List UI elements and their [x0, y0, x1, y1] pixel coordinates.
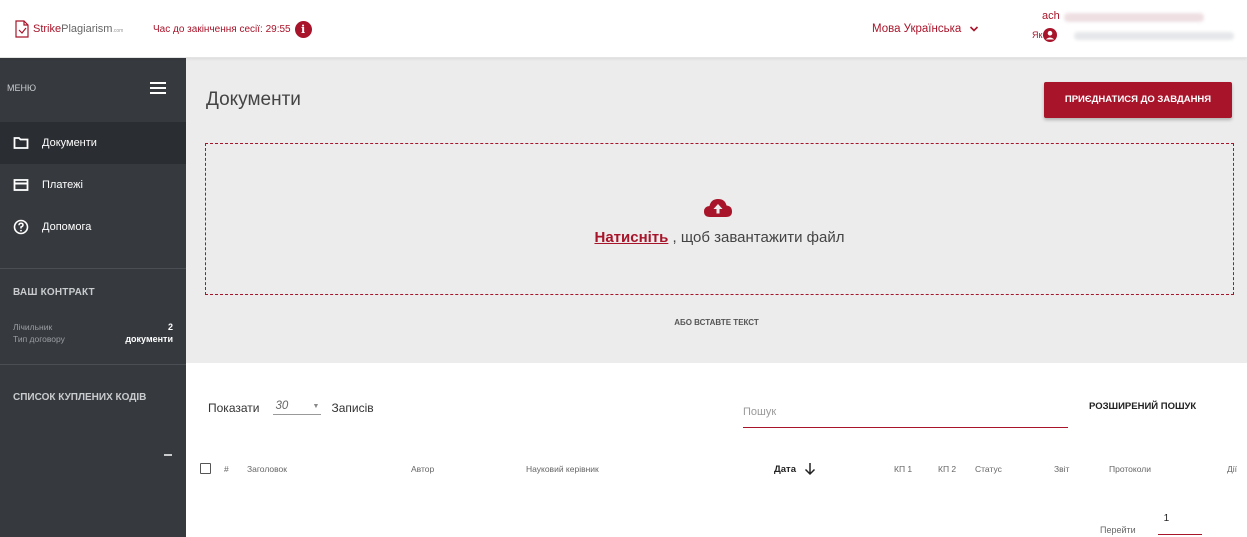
- page-size-value: 30: [275, 400, 289, 412]
- card-icon: [13, 179, 29, 191]
- caret-down-icon: ▼: [312, 402, 320, 410]
- goto-label: Перейти: [1100, 525, 1136, 535]
- info-icon[interactable]: i: [294, 21, 312, 38]
- menu-label: МЕНЮ: [7, 83, 37, 93]
- select-all-checkbox[interactable]: [200, 463, 211, 474]
- purchased-codes-empty: [164, 454, 172, 456]
- search-field[interactable]: [743, 401, 1068, 428]
- column-author[interactable]: Автор: [411, 464, 434, 474]
- contract-type-label: Тип договору: [13, 334, 65, 344]
- contract-type-row: Тип договору документи: [0, 334, 186, 344]
- column-number: #: [224, 464, 229, 474]
- column-status[interactable]: Статус: [975, 464, 1002, 474]
- language-selector[interactable]: Мова Українська: [872, 23, 979, 35]
- counter-row: Лічильник 2: [0, 322, 186, 332]
- column-actions: Дії: [1227, 464, 1238, 474]
- sidebar-item-label: Платежі: [42, 179, 83, 191]
- show-label: Показати: [208, 400, 260, 415]
- column-kp1[interactable]: КП 1: [894, 464, 912, 474]
- sidebar-item-label: Документи: [42, 137, 97, 149]
- column-date-label: Дата: [774, 463, 796, 475]
- sidebar-item-payments[interactable]: Платежі: [0, 164, 186, 206]
- column-date[interactable]: Дата: [774, 462, 816, 476]
- user-email-redacted: [1064, 13, 1204, 22]
- purchased-codes-title: СПИСОК КУПЛЕНИХ КОДІВ: [13, 392, 147, 403]
- main-content: Документи ПРИЄДНАТИСЯ ДО ЗАВДАННЯ Натисн…: [186, 58, 1247, 537]
- cloud-upload-icon: [704, 199, 732, 217]
- upload-section: Документи ПРИЄДНАТИСЯ ДО ЗАВДАННЯ Натисн…: [186, 58, 1247, 363]
- session-timer: Час до закінчення сесії: 29:55 i: [153, 21, 312, 38]
- user-avatar-icon: [1043, 28, 1058, 42]
- sidebar-item-help[interactable]: Допомога: [0, 206, 186, 248]
- folder-icon: [13, 137, 29, 149]
- sidebar-item-label: Допомога: [42, 221, 92, 233]
- arrow-down-icon: [804, 463, 816, 476]
- column-report[interactable]: Звіт: [1054, 464, 1069, 474]
- upload-click-link[interactable]: Натисніть: [594, 229, 668, 246]
- logo-suffix: .com: [112, 28, 124, 34]
- user-role-prefix: Як: [1032, 30, 1043, 40]
- logo-brand: Strike: [33, 23, 62, 35]
- records-label: Записів: [331, 400, 374, 415]
- top-bar: StrikePlagiarism.com Час до закінчення с…: [0, 0, 1247, 58]
- search-input[interactable]: [743, 401, 1068, 418]
- user-role: Як: [1032, 28, 1058, 42]
- contract-type-value: документи: [125, 334, 173, 344]
- chevron-down-icon: [970, 26, 979, 32]
- goto-page: Перейти 1: [1100, 513, 1202, 535]
- logo-icon: [15, 20, 29, 38]
- session-label: Час до закінчення сесії: 29:55: [153, 24, 291, 35]
- page-size-control: Показати 30 ▼ Записів: [208, 400, 374, 415]
- user-name: ach: [1042, 10, 1060, 22]
- user-role-redacted: [1074, 32, 1234, 40]
- sidebar-header: МЕНЮ: [0, 58, 186, 122]
- join-assignment-button[interactable]: ПРИЄДНАТИСЯ ДО ЗАВДАННЯ: [1044, 82, 1232, 118]
- goto-page-input[interactable]: 1: [1157, 513, 1202, 535]
- counter-label: Лічильник: [13, 322, 53, 332]
- language-label: Мова Українська: [872, 23, 962, 35]
- file-dropzone[interactable]: Натисніть , щоб завантажити файл: [205, 143, 1234, 295]
- logo[interactable]: StrikePlagiarism.com: [14, 20, 123, 38]
- page-title: Документи: [206, 89, 301, 110]
- column-supervisor[interactable]: Науковий керівник: [526, 464, 599, 474]
- logo-plag: Plagiarism: [61, 23, 113, 35]
- counter-value: 2: [167, 322, 173, 332]
- upload-text: , щоб завантажити файл: [668, 229, 845, 246]
- column-protocols[interactable]: Протоколи: [1109, 464, 1151, 474]
- contract-title: ВАШ КОНТРАКТ: [13, 287, 95, 298]
- advanced-search-button[interactable]: РОЗШИРЕНИЙ ПОШУК: [1089, 401, 1196, 412]
- sidebar: МЕНЮ Документи Платежі Допомога ВАШ КОНТ…: [0, 58, 186, 537]
- page-size-select[interactable]: 30 ▼: [273, 400, 322, 415]
- help-icon: [13, 219, 29, 235]
- paste-text-link[interactable]: АБО ВСТАВТЕ ТЕКСТ: [186, 318, 1247, 327]
- column-kp2[interactable]: КП 2: [938, 464, 956, 474]
- sidebar-item-documents[interactable]: Документи: [0, 122, 186, 164]
- table-header: # Заголовок Автор Науковий керівник Дата…: [186, 460, 1247, 480]
- hamburger-icon[interactable]: [150, 82, 166, 94]
- column-title[interactable]: Заголовок: [247, 464, 287, 474]
- upload-instructions: Натисніть , щоб завантажити файл: [206, 229, 1233, 246]
